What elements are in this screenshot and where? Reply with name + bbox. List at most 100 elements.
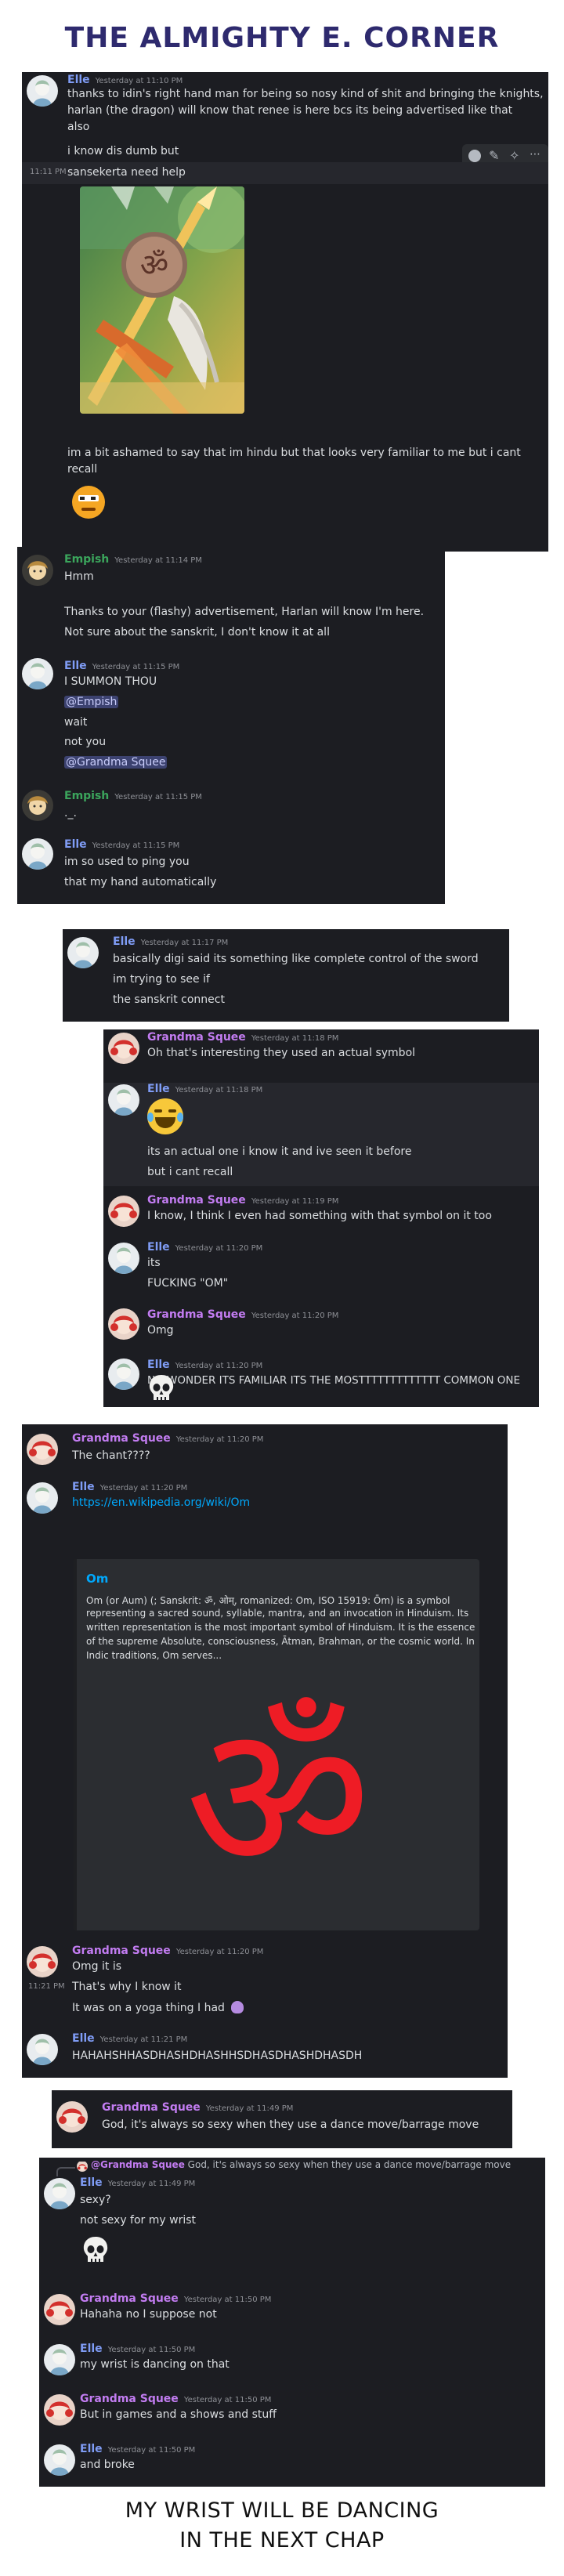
- mention-empish[interactable]: @Empish: [64, 696, 119, 708]
- username[interactable]: Elle: [147, 1241, 170, 1254]
- avatar[interactable]: [22, 658, 53, 689]
- message-text: i know dis dumb but: [67, 145, 179, 157]
- message-timestamp: Yesterday at 11:20 PM: [99, 1484, 188, 1492]
- avatar[interactable]: [22, 790, 53, 821]
- message-text: God, it's always so sexy when they use a…: [102, 2118, 479, 2131]
- add-reaction-plus-icon[interactable]: ✧: [509, 148, 519, 163]
- username[interactable]: Elle: [72, 2032, 95, 2045]
- username[interactable]: Elle: [80, 2176, 103, 2189]
- username[interactable]: Elle: [64, 838, 87, 851]
- username[interactable]: Grandma Squee: [102, 2101, 201, 2114]
- image-attachment[interactable]: ॐ: [80, 186, 244, 414]
- message-text: its an actual one i know it and ive seen…: [147, 1145, 412, 1158]
- laughing-crying-emoji-icon: [147, 1098, 183, 1134]
- avatar[interactable]: [27, 2034, 58, 2065]
- message-text: im so used to ping you: [64, 856, 190, 868]
- username[interactable]: Elle: [147, 1359, 170, 1371]
- avatar[interactable]: [27, 1482, 58, 1514]
- embed-description: of the supreme Absolute, consciousness, …: [86, 1636, 475, 1647]
- svg-text:ॐ: ॐ: [140, 248, 168, 284]
- username[interactable]: Empish: [64, 790, 109, 802]
- avatar[interactable]: [44, 2294, 75, 2325]
- message-text: But in games and a shows and stuff: [80, 2408, 277, 2421]
- avatar[interactable]: [108, 1084, 139, 1116]
- more-options-icon[interactable]: ⋯: [530, 148, 540, 161]
- edit-icon[interactable]: ✎: [489, 148, 499, 163]
- message-text: I know, I think I even had something wit…: [147, 1210, 492, 1222]
- username[interactable]: Elle: [113, 935, 136, 948]
- embed-description: Indic traditions, Om serves...: [86, 1650, 222, 1661]
- message-text: thanks to idin's right hand man for bein…: [67, 88, 544, 100]
- chat-panel-7: @Grandma Squee God, it's always so sexy …: [39, 2158, 545, 2487]
- wikipedia-link[interactable]: https://en.wikipedia.org/wiki/Om: [72, 1496, 250, 1509]
- message-text: my wrist is dancing on that: [80, 2358, 230, 2371]
- message-text: that my hand automatically: [64, 876, 217, 888]
- username[interactable]: Elle: [147, 1083, 170, 1095]
- message-timestamp: Yesterday at 11:17 PM: [140, 939, 229, 947]
- avatar[interactable]: [27, 1946, 58, 1977]
- avatar[interactable]: [27, 1434, 58, 1465]
- message-text: wait: [64, 716, 88, 729]
- message-timestamp: Yesterday at 11:49 PM: [107, 2180, 196, 2188]
- avatar[interactable]: [44, 2178, 75, 2209]
- message-text: basically digi said its something like c…: [113, 953, 479, 965]
- message-timestamp: Yesterday at 11:20 PM: [175, 1948, 264, 1956]
- message-side-timestamp: 11:11 PM: [30, 168, 67, 176]
- message-text: not you: [64, 736, 107, 748]
- username[interactable]: Empish: [64, 553, 109, 566]
- message-timestamp: Yesterday at 11:15 PM: [92, 841, 180, 850]
- chat-panel-2: Empish Yesterday at 11:14 PM Hmm Thanks t…: [17, 547, 445, 904]
- avatar[interactable]: [44, 2344, 75, 2375]
- avatar[interactable]: [108, 1033, 139, 1064]
- username[interactable]: Elle: [72, 1481, 95, 1493]
- message-text: Omg it is: [72, 1960, 122, 1973]
- message-text: harlan (the dragon) will know that renee…: [67, 104, 513, 117]
- avatar[interactable]: [44, 2394, 75, 2426]
- caption: MY WRIST WILL BE DANCING IN THE NEXT CHA…: [0, 2496, 564, 2556]
- username[interactable]: Grandma Squee: [147, 1308, 246, 1321]
- username[interactable]: Grandma Squee: [147, 1194, 246, 1207]
- username[interactable]: Elle: [80, 2443, 103, 2455]
- message-text: Omg: [147, 1324, 174, 1337]
- username[interactable]: Grandma Squee: [80, 2292, 179, 2305]
- mention-grandma-squee[interactable]: @Grandma Squee: [64, 756, 168, 769]
- avatar[interactable]: [56, 2101, 88, 2133]
- caption-line-2: IN THE NEXT CHAP: [179, 2528, 385, 2552]
- reply-preview[interactable]: @Grandma Squee God, it's always so sexy …: [91, 2159, 511, 2170]
- message-text: its: [147, 1257, 161, 1269]
- reply-username[interactable]: @Grandma Squee: [91, 2159, 185, 2170]
- username[interactable]: Elle: [67, 74, 90, 86]
- avatar[interactable]: [22, 838, 53, 870]
- avatar[interactable]: [44, 2444, 75, 2476]
- avatar[interactable]: [108, 1308, 139, 1340]
- om-symbol-image[interactable]: ॐ: [86, 1681, 470, 1924]
- chat-panel-1: Elle Yesterday at 11:10 PM thanks to idin…: [22, 72, 548, 552]
- username[interactable]: Elle: [80, 2343, 103, 2355]
- reply-text: God, it's always so sexy when they use a…: [187, 2159, 512, 2170]
- username[interactable]: Grandma Squee: [80, 2393, 179, 2405]
- username[interactable]: Elle: [64, 660, 87, 672]
- message-side-timestamp: 11:21 PM: [28, 1982, 65, 1991]
- avatar[interactable]: [108, 1359, 139, 1390]
- add-reaction-icon[interactable]: [468, 150, 481, 162]
- message-timestamp: Yesterday at 11:15 PM: [92, 663, 180, 671]
- message-text: HAHAHSHHASDHASHDHASHHSDHASDHASHDHASDH: [72, 2050, 363, 2062]
- avatar[interactable]: [108, 1196, 139, 1227]
- chat-panel-6: Grandma Squee Yesterday at 11:49 PM God, …: [52, 2090, 512, 2148]
- reply-avatar: [77, 2161, 88, 2172]
- avatar[interactable]: [67, 937, 99, 968]
- avatar[interactable]: [108, 1243, 139, 1274]
- message-timestamp: Yesterday at 11:18 PM: [175, 1086, 263, 1094]
- message-timestamp: Yesterday at 11:50 PM: [183, 2296, 272, 2304]
- username[interactable]: Grandma Squee: [147, 1031, 246, 1044]
- message-text: the sanskrit connect: [113, 993, 225, 1006]
- username[interactable]: Grandma Squee: [72, 1945, 171, 1957]
- sticker-emoji-icon: [72, 486, 105, 519]
- username[interactable]: Grandma Squee: [72, 1432, 171, 1445]
- avatar[interactable]: [27, 75, 58, 107]
- avatar[interactable]: [22, 555, 53, 586]
- message-timestamp: Yesterday at 11:20 PM: [175, 1362, 263, 1370]
- embed-description: Om (or Aum) (; Sanskrit: ॐ, ओम्, romaniz…: [86, 1595, 450, 1606]
- message-text: Not sure about the sanskrit, I don't kno…: [64, 626, 330, 639]
- embed-title[interactable]: Om: [86, 1572, 108, 1586]
